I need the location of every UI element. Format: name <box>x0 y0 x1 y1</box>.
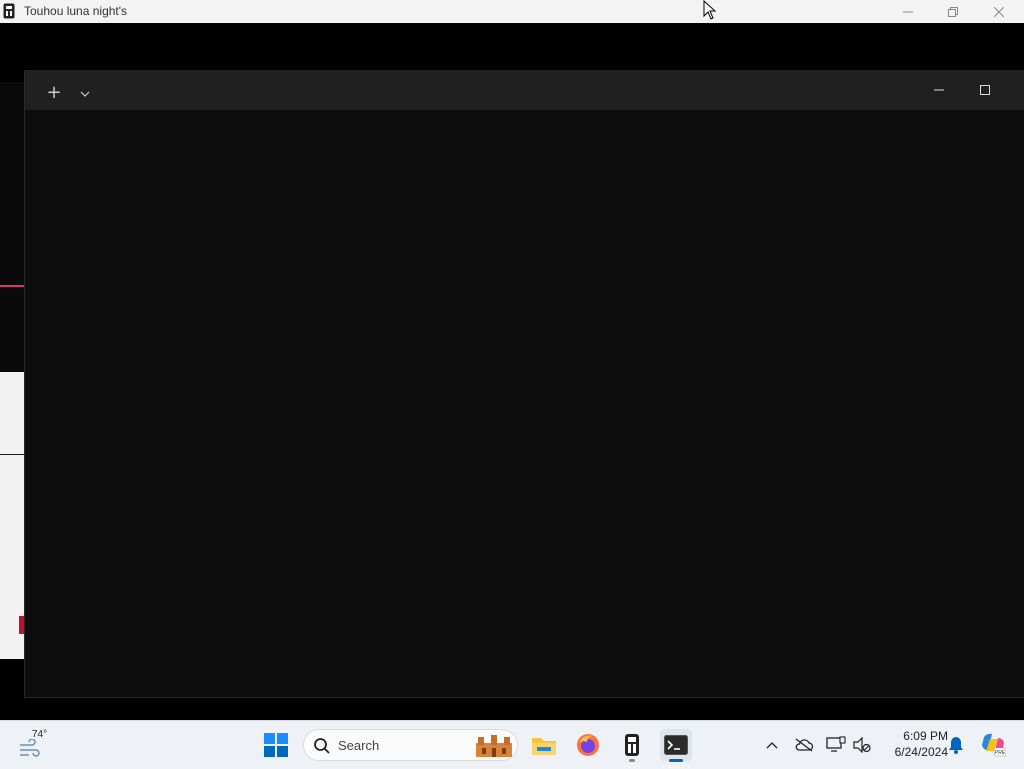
notifications-button[interactable] <box>946 735 966 755</box>
volume-tray-button[interactable] <box>852 735 872 755</box>
weather-temperature: 74° <box>32 729 48 740</box>
taskbar-app-touhou-game[interactable] <box>616 729 648 762</box>
search-icon <box>314 738 330 754</box>
speaker-muted-icon <box>853 737 871 753</box>
restore-icon <box>948 6 958 17</box>
plus-icon: + <box>46 82 62 103</box>
terminal-window[interactable]: + <box>24 70 1024 698</box>
wind-icon <box>20 739 40 757</box>
game-minimize-button[interactable] <box>885 0 931 23</box>
clock-date: 6/24/2024 <box>894 745 948 759</box>
game-background-strip <box>0 82 24 372</box>
search-highlight-icon <box>476 735 512 757</box>
close-icon <box>994 6 1004 17</box>
taskbar: 74° Search 6:09 PM 6/24/2024 PRE <box>0 720 1024 769</box>
start-button[interactable] <box>263 732 289 758</box>
copilot-button[interactable]: PRE <box>980 731 1006 757</box>
terminal-content[interactable] <box>25 110 1024 697</box>
svg-text:PRE: PRE <box>995 750 1006 756</box>
search-label: Search <box>338 738 380 753</box>
active-indicator <box>669 759 683 762</box>
taskbar-app-firefox[interactable] <box>572 729 604 761</box>
onedrive-tray-button[interactable] <box>794 735 814 755</box>
maximize-icon <box>980 85 990 95</box>
terminal-maximize-button[interactable] <box>971 80 999 100</box>
clock-time: 6:09 PM <box>903 729 948 743</box>
chevron-up-icon <box>766 742 778 749</box>
taskbar-app-file-explorer[interactable] <box>528 729 560 761</box>
minimize-icon <box>934 89 944 91</box>
game-app-icon <box>3 3 15 19</box>
game-restore-button[interactable] <box>930 0 976 23</box>
running-indicator <box>629 759 635 762</box>
cloud-offline-icon <box>795 738 814 752</box>
terminal-tab-bar[interactable]: + <box>25 70 1024 110</box>
taskbar-search[interactable]: Search <box>303 729 518 761</box>
windows-logo-icon <box>264 733 288 757</box>
game-red-line <box>0 285 24 287</box>
show-hidden-icons-button[interactable] <box>762 735 782 755</box>
game-divider-line <box>0 454 24 455</box>
taskbar-app-terminal[interactable] <box>660 729 692 762</box>
copilot-icon: PRE <box>982 733 1006 757</box>
taskbar-clock[interactable]: 6:09 PM 6/24/2024 <box>878 728 948 760</box>
minimize-icon <box>903 11 913 12</box>
folder-icon <box>532 738 556 755</box>
new-tab-button[interactable]: + <box>45 84 63 102</box>
terminal-minimize-button[interactable] <box>925 80 953 100</box>
tab-dropdown-button[interactable] <box>77 86 93 102</box>
firefox-icon <box>577 734 599 756</box>
network-tray-button[interactable] <box>826 735 846 755</box>
game-window-titlebar[interactable]: Touhou luna night's <box>0 0 1024 24</box>
terminal-icon <box>664 735 688 755</box>
game-close-button[interactable] <box>976 0 1022 23</box>
network-icon <box>826 736 846 752</box>
game-window-title: Touhou luna night's <box>24 4 128 18</box>
bell-icon <box>949 737 963 754</box>
game-icon <box>625 734 639 756</box>
mouse-cursor-icon <box>703 0 717 20</box>
chevron-down-icon <box>80 91 90 97</box>
